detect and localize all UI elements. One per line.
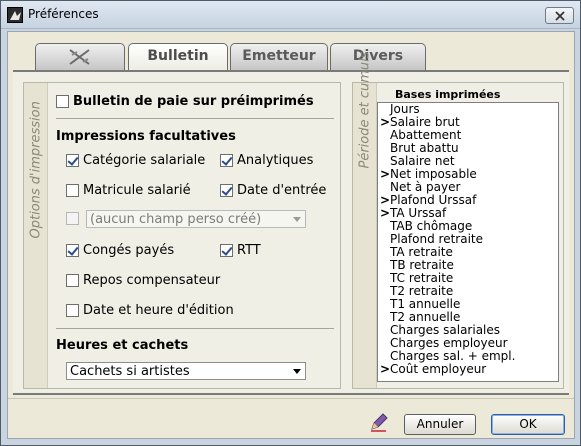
print-options-group: Options d'impression Bulletin de paie su…: [23, 82, 341, 389]
preprint-checkbox[interactable]: Bulletin de paie sur préimprimés: [56, 94, 314, 109]
list-item-label: Net à payer: [390, 180, 461, 194]
perso-checkbox: [66, 212, 83, 225]
repos-box[interactable]: [66, 274, 79, 287]
hours-select-value: Cachets si artistes: [70, 363, 190, 379]
list-item-label: Charges sal. + empl.: [390, 349, 516, 363]
period-cumuls-sidebar: Période et cumuls: [353, 51, 377, 388]
close-icon: [555, 11, 565, 21]
title-bar[interactable]: Préférences: [1, 1, 580, 29]
list-item-label: Plafond retraite: [390, 232, 483, 246]
tab-emetteur[interactable]: Emetteur: [230, 43, 328, 70]
window-title: Préférences: [28, 7, 99, 21]
list-item-label: Coût employeur: [390, 362, 487, 376]
perso-field-value: (aucun champ perso créé): [90, 211, 262, 227]
list-item-label: Abattement: [390, 128, 462, 142]
conges-label: Congés payés: [83, 243, 175, 258]
period-cumuls-group: Période et cumuls Bases imprimées Jours >…: [352, 51, 564, 389]
hours-title: Heures et cachets: [56, 338, 189, 353]
rtt-checkbox[interactable]: RTT: [220, 243, 261, 258]
selected-marker-icon: >: [380, 115, 391, 129]
list-item-label: TAB chômage: [390, 219, 473, 233]
list-item-label: Net imposable: [390, 167, 477, 181]
list-item-label: Salaire net: [390, 154, 455, 168]
date-entree-label: Date d'entrée: [237, 183, 327, 198]
conges-checkbox[interactable]: Congés payés: [66, 243, 174, 258]
date-entree-box[interactable]: [220, 184, 233, 197]
tab-divers[interactable]: Divers: [330, 43, 426, 70]
chevron-down-icon[interactable]: [289, 363, 305, 379]
preferences-window: Préférences Bulletin Emetteur Divers Opt…: [0, 0, 581, 446]
list-item-label: TA Urssaf: [390, 206, 447, 220]
close-button[interactable]: [545, 7, 574, 24]
list-item-label: T2 retraite: [390, 284, 454, 298]
list-item-label: Charges salariales: [390, 323, 501, 337]
rtt-label: RTT: [237, 243, 261, 258]
categorie-box[interactable]: [66, 154, 79, 167]
preprint-box[interactable]: [56, 95, 69, 108]
button-bar: Annuler OK: [8, 398, 574, 438]
repos-checkbox[interactable]: Repos compensateur: [66, 273, 220, 288]
preprint-label: Bulletin de paie sur préimprimés: [73, 94, 314, 109]
date-edition-checkbox[interactable]: Date et heure d'édition: [66, 303, 234, 318]
pen-icon[interactable]: [368, 411, 390, 433]
list-item-label: Salaire brut: [390, 115, 460, 129]
selected-marker-icon: >: [380, 362, 391, 376]
categorie-label: Catégorie salariale: [83, 153, 206, 168]
hours-select[interactable]: Cachets si artistes: [66, 362, 306, 380]
print-options-label: Options d'impression: [28, 101, 44, 239]
list-item-label: TB retraite: [390, 258, 454, 272]
list-item-label: Brut abattu: [390, 141, 459, 155]
chevron-down-icon: [289, 211, 305, 227]
optional-prints-title: Impressions facultatives: [56, 129, 236, 144]
divider: [56, 118, 334, 119]
tab-bulletin[interactable]: Bulletin: [128, 43, 228, 71]
tab-icon[interactable]: [35, 43, 125, 70]
perso-field-select: (aucun champ perso créé): [86, 210, 306, 228]
list-item-label: T1 annuelle: [390, 297, 461, 311]
list-item-label: Jours: [390, 102, 420, 116]
printed-bases-header: Bases imprimées: [395, 88, 501, 101]
analytiques-checkbox[interactable]: Analytiques: [220, 153, 313, 168]
list-item-label: Plafond Urssaf: [390, 193, 477, 207]
date-edition-box[interactable]: [66, 304, 79, 317]
list-item-label: T2 annuelle: [390, 310, 461, 324]
categorie-checkbox[interactable]: Catégorie salariale: [66, 153, 205, 168]
tab-panel: Options d'impression Bulletin de paie su…: [13, 51, 569, 395]
app-icon: [7, 7, 23, 23]
analytiques-label: Analytiques: [237, 153, 314, 168]
cancel-button[interactable]: Annuler: [404, 414, 476, 435]
crossed-tools-icon: [69, 49, 90, 65]
list-item-label: Charges employeur: [390, 336, 508, 350]
matricule-checkbox[interactable]: Matricule salarié: [66, 183, 191, 198]
divider: [56, 328, 334, 329]
conges-box[interactable]: [66, 244, 79, 257]
rtt-box[interactable]: [220, 244, 233, 257]
ok-button[interactable]: OK: [491, 414, 565, 435]
repos-label: Repos compensateur: [83, 273, 221, 288]
period-cumuls-label: Période et cumuls: [357, 51, 373, 169]
analytiques-box[interactable]: [220, 154, 233, 167]
perso-box: [66, 212, 79, 225]
print-options-sidebar: Options d'impression: [24, 83, 48, 388]
printed-bases-list[interactable]: Jours > Salaire brut Abattement Brut abattu S…: [377, 102, 559, 382]
list-item-label: TC retraite: [390, 271, 454, 285]
list-item-label: TA retraite: [390, 245, 453, 259]
selected-marker-icon: >: [380, 206, 391, 220]
matricule-label: Matricule salarié: [83, 183, 191, 198]
matricule-box[interactable]: [66, 184, 79, 197]
date-entree-checkbox[interactable]: Date d'entrée: [220, 183, 326, 198]
dialog-body: Bulletin Emetteur Divers Options d'impre…: [7, 31, 575, 439]
selected-marker-icon: >: [380, 167, 391, 181]
list-item[interactable]: > Coût employeur: [378, 363, 558, 376]
date-edition-label: Date et heure d'édition: [83, 303, 234, 318]
